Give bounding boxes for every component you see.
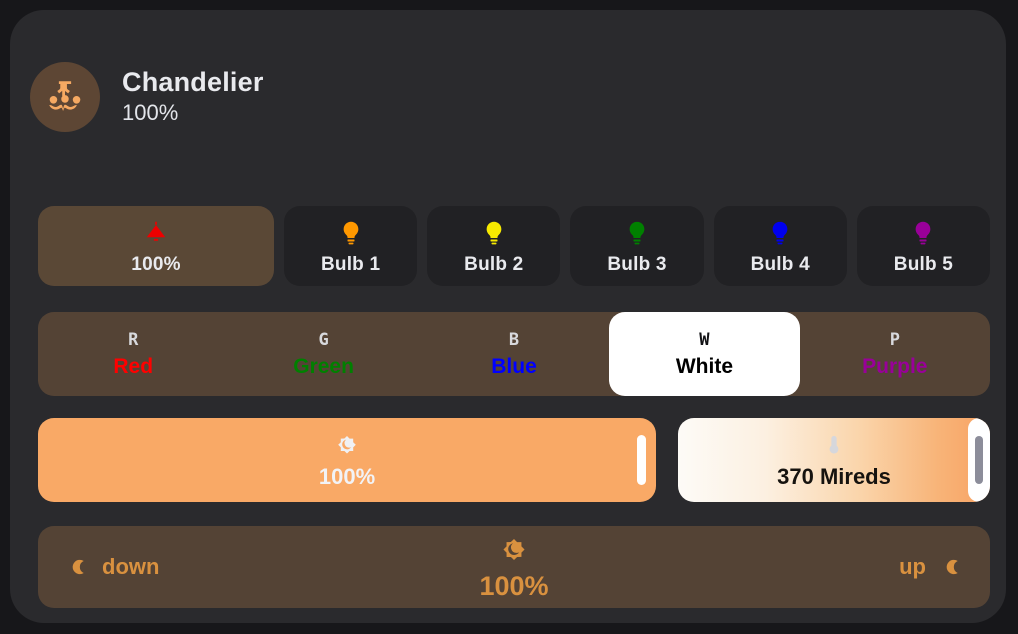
header: Chandelier 100% — [30, 62, 264, 132]
color-temperature-value: 370 Mireds — [777, 463, 891, 489]
dim-up-label: up — [899, 554, 926, 579]
bulb-tile-5[interactable]: Bulb 5 — [856, 206, 991, 286]
color-name-green: Green — [293, 354, 354, 378]
color-preset-purple[interactable]: P Purple — [800, 312, 990, 396]
bulb-icon — [766, 216, 794, 250]
brightness-slider-handle[interactable] — [637, 435, 646, 485]
brightness-value: 100% — [318, 463, 376, 489]
bulb-tile-1[interactable]: Bulb 1 — [284, 206, 418, 286]
color-name-blue: Blue — [491, 354, 537, 378]
light-control-card: Chandelier 100% 100% Bulb 1 Bulb 2 Bulb … — [10, 10, 1006, 623]
bulb-icon — [909, 216, 937, 250]
dimmer-level[interactable]: 100% — [288, 533, 740, 602]
color-preset-red[interactable]: R Red — [38, 312, 228, 396]
crescent-moon-icon — [64, 554, 90, 580]
color-temperature-slider-handle[interactable] — [968, 418, 990, 502]
color-name-white: White — [675, 354, 733, 378]
bulb-label-3: Bulb 3 — [607, 254, 667, 275]
color-key-purple: P — [889, 329, 900, 350]
dimmer-bar: down 100% up — [38, 526, 990, 608]
bulb-tile-4[interactable]: Bulb 4 — [713, 206, 847, 286]
crescent-moon-icon — [938, 554, 964, 580]
bulb-icon — [623, 216, 651, 250]
brightness-moon-icon — [496, 533, 532, 569]
color-preset-row: R Red G Green B Blue W White P Purple — [38, 312, 990, 396]
bulb-label-1: Bulb 1 — [320, 254, 381, 275]
bulb-icon — [480, 216, 508, 250]
dimmer-value: 100% — [479, 570, 549, 601]
header-text: Chandelier 100% — [122, 67, 264, 126]
brightness-moon-icon — [332, 431, 362, 461]
bulb-row: 100% Bulb 1 Bulb 2 Bulb 3 Bulb 4 Bulb 5 — [38, 206, 991, 286]
dim-down-button[interactable]: down — [38, 554, 288, 580]
avatar[interactable] — [30, 62, 100, 132]
color-temperature-slider[interactable]: 370 Mireds — [678, 418, 990, 502]
color-preset-green[interactable]: G Green — [228, 312, 418, 396]
header-brightness: 100% — [122, 100, 179, 126]
main-light-tile[interactable]: 100% — [38, 206, 274, 286]
page-title: Chandelier — [122, 67, 264, 98]
bulb-tile-3[interactable]: Bulb 3 — [570, 206, 704, 286]
dim-up-button[interactable]: up — [740, 554, 990, 580]
bulb-label-4: Bulb 4 — [750, 254, 810, 275]
bulb-label-2: Bulb 2 — [464, 254, 524, 275]
chandelier-icon — [44, 76, 86, 118]
ceiling-lamp-icon — [141, 216, 171, 250]
bulb-tile-2[interactable]: Bulb 2 — [427, 206, 561, 286]
color-key-white: W — [699, 329, 710, 350]
slider-row: 100% 370 Mireds — [38, 418, 990, 502]
brightness-slider[interactable]: 100% — [38, 418, 656, 502]
main-light-label: 100% — [131, 254, 181, 275]
color-key-green: G — [318, 329, 329, 350]
color-name-purple: Purple — [862, 354, 928, 378]
color-key-red: R — [128, 329, 139, 350]
thermometer-icon — [821, 431, 847, 461]
bulb-label-5: Bulb 5 — [893, 254, 954, 275]
bulb-icon — [337, 216, 365, 250]
color-name-red: Red — [113, 354, 154, 378]
color-key-blue: B — [508, 329, 520, 350]
color-preset-blue[interactable]: B Blue — [419, 312, 609, 396]
dim-down-label: down — [102, 554, 160, 579]
color-preset-white[interactable]: W White — [609, 312, 800, 396]
